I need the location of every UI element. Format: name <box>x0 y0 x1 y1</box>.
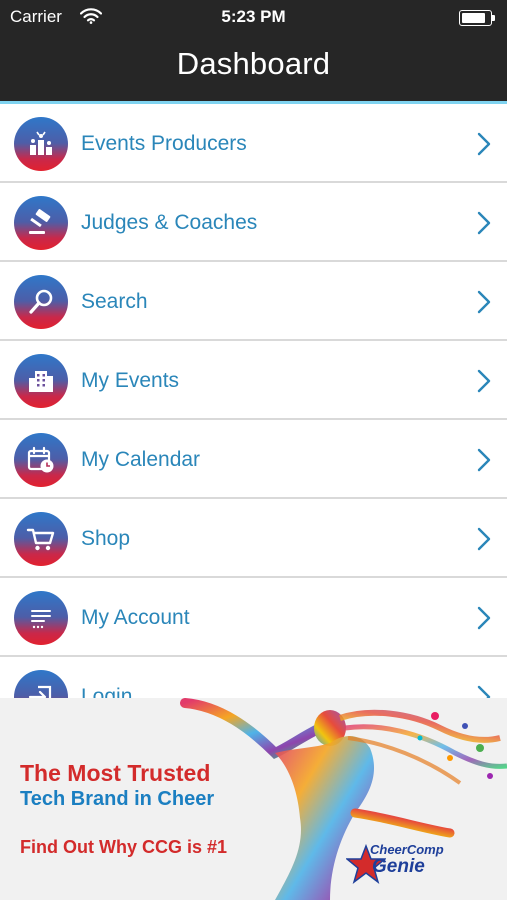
ad-headline: The Most Trusted <box>20 760 211 786</box>
chevron-right-icon <box>477 132 491 156</box>
cart-icon <box>14 512 68 566</box>
menu-item-judges-coaches[interactable]: Judges & Coaches <box>0 183 507 262</box>
menu-item-label: My Events <box>81 369 180 392</box>
ad-call-to-action: Find Out Why CCG is #1 <box>20 837 228 857</box>
chevron-right-icon <box>477 685 491 698</box>
menu-item-search[interactable]: Search <box>0 262 507 341</box>
dashboard-menu[interactable]: Events Producers Judges & Coaches Search <box>0 104 507 698</box>
menu-item-my-calendar[interactable]: My Calendar <box>0 420 507 499</box>
menu-item-label: Shop <box>81 527 131 550</box>
magnifier-icon <box>14 275 68 329</box>
chevron-right-icon <box>477 527 491 551</box>
cheercomp-genie-logo: CheerComp Genie <box>346 838 446 888</box>
menu-item-events-producers[interactable]: Events Producers <box>0 104 507 183</box>
ad-banner[interactable]: The Most Trusted Tech Brand in Cheer Fin… <box>0 698 507 900</box>
menu-item-label: Search <box>81 290 148 313</box>
calendar-clock-icon <box>14 433 68 487</box>
menu-item-shop[interactable]: Shop <box>0 499 507 578</box>
menu-item-my-events[interactable]: My Events <box>0 341 507 420</box>
page-title: Dashboard <box>176 46 331 81</box>
menu-item-label: My Account <box>81 606 190 629</box>
login-icon <box>14 670 68 698</box>
menu-item-my-account[interactable]: My Account <box>0 578 507 657</box>
chevron-right-icon <box>477 606 491 630</box>
logo-text-bottom: Genie <box>372 856 425 877</box>
menu-item-label: Judges & Coaches <box>81 211 258 234</box>
podium-icon <box>14 117 68 171</box>
menu-item-label: Events Producers <box>81 132 247 155</box>
list-icon <box>14 591 68 645</box>
gavel-icon <box>14 196 68 250</box>
chevron-right-icon <box>477 448 491 472</box>
navigation-header: Carrier 5:23 PM Dashboard <box>0 0 507 104</box>
chevron-right-icon <box>477 290 491 314</box>
menu-item-login[interactable]: Login <box>0 657 507 698</box>
ad-subheadline: Tech Brand in Cheer <box>20 788 215 810</box>
logo-text-top: CheerComp <box>370 842 444 857</box>
chevron-right-icon <box>477 369 491 393</box>
status-bar: Carrier 5:23 PM <box>0 0 507 36</box>
cheerleader-illustration <box>180 698 507 900</box>
status-time: 5:23 PM <box>221 7 286 26</box>
menu-item-label: My Calendar <box>81 448 201 471</box>
menu-item-label: Login <box>81 685 133 698</box>
chevron-right-icon <box>477 211 491 235</box>
building-icon <box>14 354 68 408</box>
battery-icon <box>459 10 495 26</box>
